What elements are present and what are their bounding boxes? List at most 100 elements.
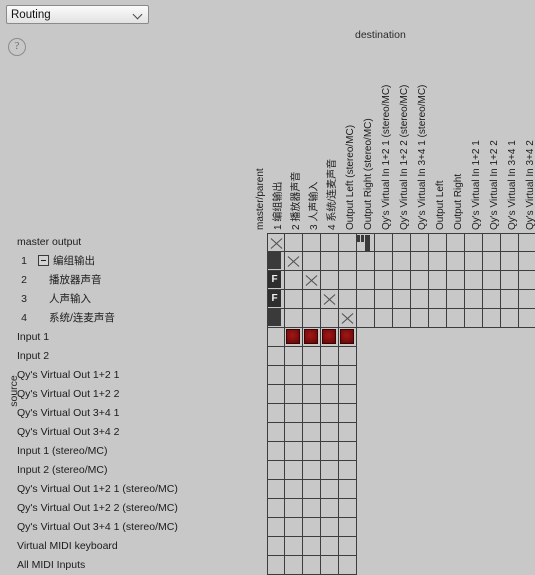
matrix-cell-empty[interactable] (483, 252, 501, 271)
row-label[interactable]: Input 2 (0, 347, 265, 366)
matrix-cell-stereo-icon[interactable] (357, 233, 375, 252)
matrix-cell-empty[interactable] (267, 404, 285, 423)
matrix-cell-empty[interactable] (267, 347, 285, 366)
matrix-cell-empty[interactable] (483, 233, 501, 252)
matrix-cell-empty[interactable] (285, 480, 303, 499)
matrix-cell-empty[interactable] (303, 233, 321, 252)
matrix-cell-empty[interactable] (303, 442, 321, 461)
matrix-cell-empty[interactable] (267, 385, 285, 404)
matrix-cell-empty[interactable] (501, 252, 519, 271)
matrix-cell-empty[interactable] (285, 290, 303, 309)
matrix-cell-empty[interactable] (411, 290, 429, 309)
matrix-cell-empty[interactable] (501, 309, 519, 328)
row-label[interactable]: All MIDI Inputs (0, 556, 265, 575)
matrix-cell-empty[interactable] (501, 271, 519, 290)
row-label[interactable]: 2 播放器声音 (0, 271, 265, 290)
matrix-cell-empty[interactable] (339, 499, 357, 518)
matrix-cell-empty[interactable] (411, 233, 429, 252)
matrix-cell-empty[interactable] (303, 252, 321, 271)
row-label[interactable]: master output (0, 233, 265, 252)
matrix-cell-empty[interactable] (357, 290, 375, 309)
matrix-cell-empty[interactable] (339, 271, 357, 290)
matrix-cell-connected[interactable] (285, 328, 303, 347)
matrix-cell-empty[interactable] (285, 556, 303, 575)
matrix-cell-empty[interactable] (339, 461, 357, 480)
matrix-cell-empty[interactable] (411, 309, 429, 328)
matrix-cell-connected[interactable] (339, 328, 357, 347)
matrix-cell-empty[interactable] (339, 518, 357, 537)
matrix-cell-empty[interactable] (519, 309, 535, 328)
matrix-cell-empty[interactable] (285, 442, 303, 461)
matrix-cell-connected[interactable] (303, 328, 321, 347)
matrix-cell-follow-icon[interactable]: F (267, 271, 285, 290)
matrix-cell-empty[interactable] (465, 290, 483, 309)
matrix-cell-empty[interactable] (375, 271, 393, 290)
matrix-cell-empty[interactable] (339, 290, 357, 309)
matrix-cell-empty[interactable] (285, 518, 303, 537)
matrix-cell-block-icon[interactable] (267, 252, 285, 271)
matrix-cell-empty[interactable] (393, 290, 411, 309)
row-label[interactable]: 1 编组输出 (0, 252, 265, 271)
matrix-cell-empty[interactable] (321, 518, 339, 537)
matrix-cell-empty[interactable] (429, 233, 447, 252)
matrix-cell-empty[interactable] (465, 252, 483, 271)
matrix-cell-empty[interactable] (519, 290, 535, 309)
matrix-cell-empty[interactable] (267, 480, 285, 499)
matrix-cell-empty[interactable] (483, 271, 501, 290)
matrix-cell-self-x-icon[interactable] (285, 252, 303, 271)
row-label[interactable]: 3 人声输入 (0, 290, 265, 309)
matrix-cell-empty[interactable] (267, 442, 285, 461)
matrix-cell-empty[interactable] (321, 442, 339, 461)
matrix-cell-empty[interactable] (303, 404, 321, 423)
matrix-cell-empty[interactable] (303, 556, 321, 575)
matrix-cell-empty[interactable] (285, 366, 303, 385)
matrix-cell-empty[interactable] (267, 461, 285, 480)
row-label[interactable]: Qy's Virtual Out 3+4 1 (0, 404, 265, 423)
row-label[interactable]: Qy's Virtual Out 1+2 1 (stereo/MC) (0, 480, 265, 499)
matrix-cell-empty[interactable] (303, 347, 321, 366)
matrix-cell-empty[interactable] (483, 290, 501, 309)
matrix-cell-empty[interactable] (447, 271, 465, 290)
matrix-cell-empty[interactable] (375, 252, 393, 271)
matrix-cell-empty[interactable] (321, 233, 339, 252)
matrix-cell-empty[interactable] (321, 423, 339, 442)
matrix-cell-empty[interactable] (285, 385, 303, 404)
matrix-cell-empty[interactable] (303, 385, 321, 404)
matrix-cell-empty[interactable] (375, 309, 393, 328)
row-label[interactable]: Input 1 (0, 328, 265, 347)
matrix-cell-empty[interactable] (375, 233, 393, 252)
matrix-cell-empty[interactable] (519, 271, 535, 290)
matrix-cell-empty[interactable] (339, 252, 357, 271)
matrix-cell-empty[interactable] (501, 233, 519, 252)
row-label[interactable]: Qy's Virtual Out 1+2 2 (stereo/MC) (0, 499, 265, 518)
row-label[interactable]: Qy's Virtual Out 1+2 2 (0, 385, 265, 404)
matrix-cell-empty[interactable] (339, 404, 357, 423)
matrix-cell-empty[interactable] (303, 290, 321, 309)
matrix-cell-self-x-icon[interactable] (303, 271, 321, 290)
matrix-cell-empty[interactable] (339, 480, 357, 499)
matrix-cell-empty[interactable] (447, 309, 465, 328)
matrix-cell-empty[interactable] (303, 537, 321, 556)
help-icon[interactable]: ? (8, 38, 26, 56)
matrix-cell-empty[interactable] (321, 347, 339, 366)
matrix-cell-empty[interactable] (339, 385, 357, 404)
matrix-cell-empty[interactable] (285, 347, 303, 366)
matrix-cell-empty[interactable] (519, 252, 535, 271)
matrix-cell-empty[interactable] (321, 461, 339, 480)
matrix-cell-empty[interactable] (465, 271, 483, 290)
routing-preset-dropdown[interactable]: Routing (6, 5, 149, 24)
matrix-cell-empty[interactable] (339, 423, 357, 442)
matrix-cell-empty[interactable] (429, 309, 447, 328)
matrix-cell-empty[interactable] (501, 290, 519, 309)
matrix-cell-empty[interactable] (321, 252, 339, 271)
matrix-cell-empty[interactable] (447, 290, 465, 309)
matrix-cell-empty[interactable] (519, 233, 535, 252)
matrix-cell-empty[interactable] (375, 290, 393, 309)
matrix-cell-empty[interactable] (321, 480, 339, 499)
matrix-cell-empty[interactable] (321, 537, 339, 556)
matrix-cell-empty[interactable] (339, 537, 357, 556)
matrix-cell-empty[interactable] (393, 233, 411, 252)
matrix-cell-empty[interactable] (267, 518, 285, 537)
matrix-cell-empty[interactable] (321, 385, 339, 404)
matrix-cell-empty[interactable] (393, 309, 411, 328)
